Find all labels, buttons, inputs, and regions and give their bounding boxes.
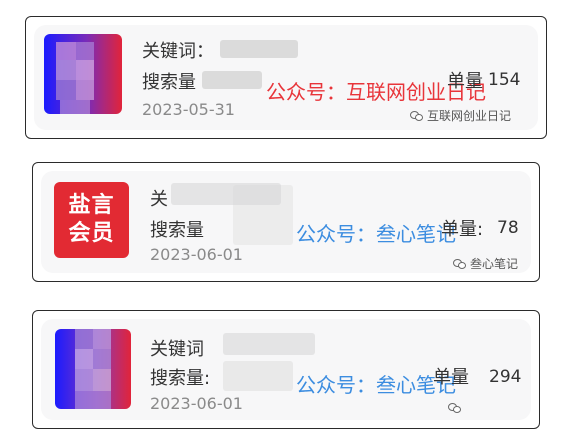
search-volume-redacted [223,361,293,391]
watermark-account-name: 叁心笔记 [470,257,519,271]
wechat-icon [448,403,461,413]
publish-date: 2023-05-31 [142,100,235,119]
keyword-label: 关 [150,189,168,210]
wechat-icon [410,110,423,121]
order-count-value: 154 [488,70,521,90]
order-count-label: 单量 [433,367,469,388]
watermark-text: 公众号：叁心笔记 [296,373,456,397]
search-volume-label: 搜索量 [142,72,196,93]
yanyan-member-thumbnail: 盐言 会员 [54,182,129,258]
watermark-account: 互联网创业日记 [410,107,511,124]
keyword-value-redacted [220,40,298,58]
book-cover-thumbnail [44,34,122,114]
publish-date: 2023-06-01 [150,245,243,264]
search-volume-redacted [202,71,262,89]
wechat-icon [453,258,466,269]
result-card-1[interactable]: 关键词： 搜索量 公众号：互联网创业日记 单量 154 2023-05-31 互… [25,16,547,139]
result-card-2[interactable]: 盐言 会员 关 搜索量 公众号：叁心笔记 单量: 78 2023-06-01 叁… [32,162,540,282]
result-card-3[interactable]: 关键词 搜索量: 公众号：叁心笔记 单量 294 2023-06-01 [32,310,540,429]
keyword-value-redacted-2 [233,185,293,245]
thumb-line-2: 会员 [68,221,115,246]
keyword-label: 关键词 [150,339,204,360]
watermark-account [448,403,465,413]
keyword-value-redacted [223,333,315,355]
publish-date: 2023-06-01 [150,394,243,413]
keyword-label: 关键词： [142,41,214,62]
book-cover-thumbnail [55,329,131,409]
watermark-account: 叁心笔记 [453,255,518,272]
thumb-line-1: 盐言 [68,193,115,218]
order-count-value: 78 [497,218,519,238]
watermark-text: 公众号：叁心笔记 [296,222,456,246]
order-count-label: 单量 [447,71,483,92]
search-volume-label: 搜索量 [150,220,204,241]
search-volume-label: 搜索量: [150,368,211,389]
order-count-value: 294 [489,367,522,387]
order-count-label: 单量: [441,219,484,240]
watermark-account-name: 互联网创业日记 [427,109,512,123]
